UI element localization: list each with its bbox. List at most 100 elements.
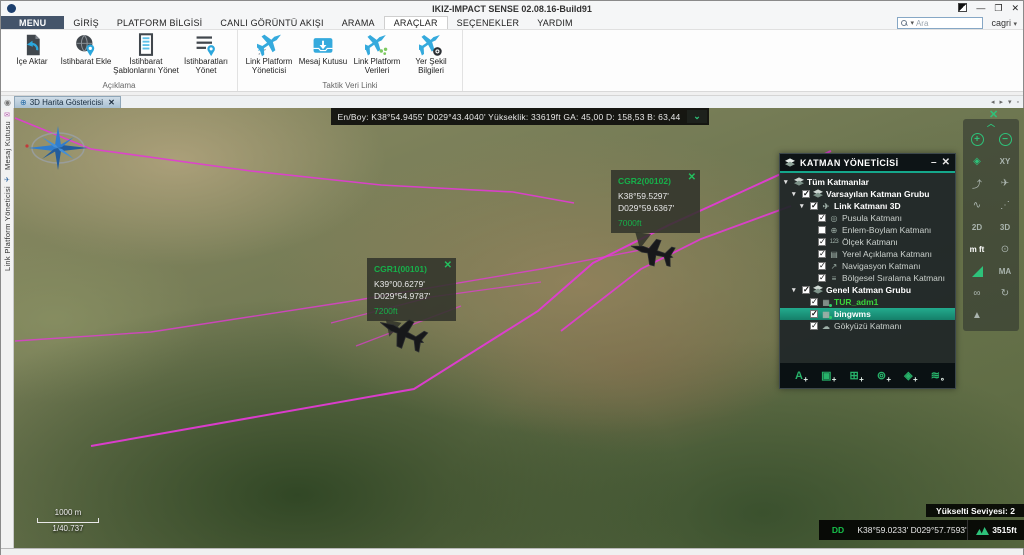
layer-item-yerel-aciklama[interactable]: ▤Yerel Açıklama Katmanı: [780, 248, 955, 260]
search-input[interactable]: [915, 18, 976, 28]
expand-icon[interactable]: ▾: [792, 190, 799, 198]
elevation-button[interactable]: ▲: [963, 304, 991, 326]
expand-icon[interactable]: ▾: [784, 178, 791, 186]
panel-close-icon[interactable]: ✕: [942, 157, 950, 168]
zoom-in-button[interactable]: +: [963, 128, 991, 150]
window-status-strip: [1, 548, 1023, 555]
close-button[interactable]: ✕: [1011, 2, 1019, 14]
tab-secenekler[interactable]: SEÇENEKLER: [448, 16, 529, 29]
layer-item-navigasyon[interactable]: ↗Navigasyon Katmanı: [780, 260, 955, 272]
route-nodes-button[interactable]: ⋰: [991, 194, 1019, 216]
view-3d-button[interactable]: 3D: [991, 216, 1019, 238]
restore-button[interactable]: ❐: [994, 2, 1002, 14]
link-platform-verileri-button[interactable]: Link Platform Verileri: [350, 32, 404, 76]
close-icon[interactable]: ✕: [688, 172, 696, 183]
tab-yardim[interactable]: YARDIM: [528, 16, 582, 29]
expand-icon[interactable]: ▾: [792, 286, 799, 294]
tab-platform-bilgisi[interactable]: PLATFORM BİLGİSİ: [108, 16, 212, 29]
layer-item-olcek[interactable]: 123Ölçek Katmanı: [780, 236, 955, 248]
dock-pin-icon[interactable]: ◉: [1, 96, 14, 108]
search-box[interactable]: ▾: [897, 17, 984, 29]
add-pin-button[interactable]: ⊚ +: [877, 369, 891, 384]
layer-settings-button[interactable]: ≋ ∘: [931, 369, 945, 384]
istihbaratlari-yonet-button[interactable]: İstihbaratları Yönet: [179, 32, 233, 76]
expand-icon[interactable]: ▾: [800, 202, 807, 210]
measure-area-button[interactable]: MA: [991, 260, 1019, 282]
tab-scroll-left-icon[interactable]: ◂: [991, 98, 995, 106]
mesaj-kutusu-button[interactable]: Mesaj Kutusu: [296, 32, 350, 67]
ice-aktar-button[interactable]: İçe Aktar: [5, 32, 59, 67]
tab-canli-goruntu-akisi[interactable]: CANLI GÖRÜNTÜ AKIŞI: [211, 16, 332, 29]
layer-item-bingwms[interactable]: ▦bingwms: [780, 308, 955, 320]
link-platform-yoneticisi-button[interactable]: Link Platform Yöneticisi: [242, 32, 296, 76]
add-diagram-button[interactable]: ⊞ +: [850, 369, 864, 384]
checkbox[interactable]: [810, 201, 818, 210]
track-label-cgr2[interactable]: ✕ CGR2(00102) K38°59.5297' D029°59.6367'…: [611, 170, 700, 233]
layer-item-genel-grubu[interactable]: ▾Genel Katman Grubu: [780, 284, 955, 296]
checkbox[interactable]: [818, 213, 826, 222]
checkbox[interactable]: [802, 285, 810, 294]
checkbox[interactable]: [810, 297, 818, 306]
tab-arama[interactable]: ARAMA: [333, 16, 384, 29]
checkbox[interactable]: [818, 237, 826, 246]
panel-minimize-icon[interactable]: –: [931, 157, 937, 168]
layer-item-enlem-boylam[interactable]: ⊕ Enlem-Boylam Katmanı: [780, 224, 955, 236]
platform-arm-button[interactable]: ⤴: [963, 172, 991, 194]
checkbox[interactable]: [818, 249, 826, 258]
rotate-tool-button[interactable]: ↻: [991, 282, 1019, 304]
layer-item-tum-katmanlar[interactable]: ▾ Tüm Katmanlar: [780, 176, 955, 188]
coordinate-format-button[interactable]: DD: [819, 525, 857, 535]
terrain-profile-button[interactable]: [963, 260, 991, 282]
tab-giris[interactable]: GİRİŞ: [64, 16, 108, 29]
minimize-button[interactable]: —: [976, 2, 985, 14]
tab-close-icon[interactable]: ✕: [108, 98, 115, 107]
add-layer-button[interactable]: ◈ +: [904, 369, 917, 384]
tab-araclar[interactable]: ARAÇLAR: [383, 16, 448, 29]
map-3d-view[interactable]: En/Boy: K38°54.9455' D029°43.4040' Yükse…: [14, 108, 1024, 548]
checkbox[interactable]: [810, 321, 818, 330]
checkbox[interactable]: [802, 189, 810, 198]
add-image-layer-button[interactable]: ▣ +: [821, 369, 836, 384]
plane-button[interactable]: ✈: [991, 172, 1019, 194]
track-label-cgr1[interactable]: ✕ CGR1(00101) K39°00.6279' D029°54.9787'…: [367, 258, 456, 321]
istihbarat-ekle-button[interactable]: İstihbarat Ekle: [59, 32, 113, 67]
user-menu[interactable]: cagri ▾: [991, 18, 1017, 28]
tab-scroll-right-icon[interactable]: ▸: [999, 98, 1003, 106]
sky-icon: ☁: [822, 321, 830, 331]
theme-toggle-icon[interactable]: [958, 3, 968, 12]
layer-item-varsayilan-grubu[interactable]: ▾Varsayılan Katman Grubu: [780, 188, 955, 200]
yer-sekil-bilgileri-button[interactable]: Yer Şekil Bilgileri: [404, 32, 458, 76]
route-draw-button[interactable]: ∿: [963, 194, 991, 216]
search-scope-dropdown-icon[interactable]: ▾: [910, 19, 914, 27]
tab-3d-harita-gostericisi[interactable]: ⊕ 3D Harita Göstericisi ✕: [14, 96, 121, 108]
measure-xy-button[interactable]: XY: [991, 150, 1019, 172]
checkbox[interactable]: [818, 261, 826, 270]
tab-float-icon[interactable]: ▫: [1017, 99, 1019, 106]
layer-item-tur-adm1[interactable]: ▦TUR_adm1: [780, 296, 955, 308]
layer-item-gokyuzu[interactable]: ☁Gökyüzü Katmanı: [780, 320, 955, 332]
add-annotation-button[interactable]: A +: [795, 370, 808, 384]
layer-item-pusula[interactable]: ◎Pusula Katmanı: [780, 212, 955, 224]
close-icon[interactable]: ✕: [444, 260, 452, 271]
link-tool-button[interactable]: ∞: [963, 282, 991, 304]
checkbox[interactable]: [818, 226, 826, 234]
istihbarat-sablonlarini-yonet-button[interactable]: İstihbarat Şablonlarını Yönet: [113, 32, 179, 76]
aircraft-cgr1[interactable]: [374, 313, 432, 353]
infobar-collapse-icon[interactable]: ⌄: [687, 110, 707, 123]
layer-item-bolgesel-siralama[interactable]: ≡Bölgesel Sıralama Katmanı: [780, 272, 955, 284]
layer-panel-header[interactable]: KATMAN YÖNETİCİSİ – ✕: [780, 154, 955, 173]
orbit-search-button[interactable]: ⊙: [991, 238, 1019, 260]
toolbar-collapse-icon[interactable]: ︿: [963, 120, 1019, 128]
tab-list-dropdown-icon[interactable]: ▾: [1008, 98, 1012, 106]
layer-item-link-katmani-3d[interactable]: ▾✈Link Katmanı 3D: [780, 200, 955, 212]
view-2d-button[interactable]: 2D: [963, 216, 991, 238]
dock-tab-link-platform-yoneticisi[interactable]: ✈ Link Platform Yöneticisi: [3, 176, 12, 271]
zoom-out-button[interactable]: −: [991, 128, 1019, 150]
checkbox[interactable]: [818, 273, 826, 282]
units-button[interactable]: m ft: [963, 238, 991, 260]
layers-button[interactable]: ◈: [963, 150, 991, 172]
checkbox[interactable]: [810, 309, 818, 318]
aircraft-cgr2[interactable]: [626, 234, 680, 270]
tab-menu[interactable]: MENU: [1, 16, 65, 29]
dock-tab-mesaj-kutusu[interactable]: ✉ Mesaj Kutusu: [3, 111, 12, 170]
